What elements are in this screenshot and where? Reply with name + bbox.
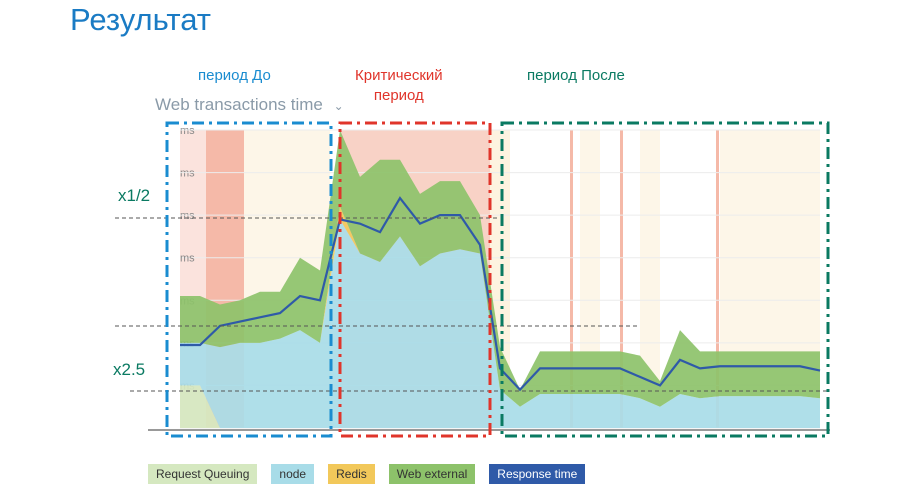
slide: Результат период До Критический период п…: [0, 0, 915, 500]
y-tick-label: ms: [180, 125, 195, 137]
legend-node[interactable]: node: [271, 464, 315, 484]
y-tick-label: ms: [180, 210, 195, 222]
legend-redis[interactable]: Redis: [328, 464, 375, 484]
legend-web-external[interactable]: Web external: [388, 464, 476, 484]
legend: Request Queuing node Redis Web external …: [148, 464, 586, 484]
y-tick-label: ms: [180, 168, 195, 180]
chart: msmsmsmsmsmsms: [115, 121, 830, 438]
y-tick-label: ms: [180, 253, 195, 265]
legend-response-time[interactable]: Response time: [489, 464, 586, 484]
legend-request-queuing[interactable]: Request Queuing: [148, 464, 258, 484]
